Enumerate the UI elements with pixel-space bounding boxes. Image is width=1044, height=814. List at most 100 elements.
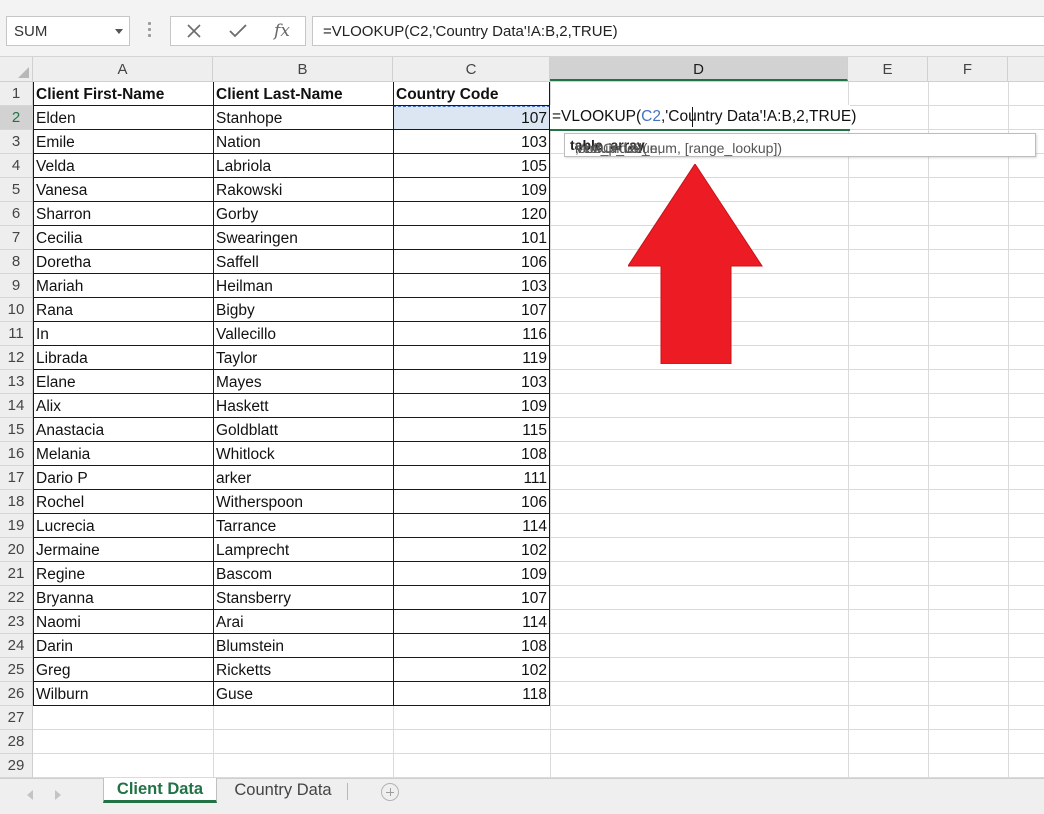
row-header-12[interactable]: 12 [0, 346, 32, 370]
table-cell[interactable]: 111 [393, 466, 550, 490]
table-cell[interactable]: 103 [393, 274, 550, 298]
row-header-19[interactable]: 19 [0, 514, 32, 538]
table-cell[interactable]: Bigby [213, 298, 393, 322]
row-header-23[interactable]: 23 [0, 610, 32, 634]
function-tooltip[interactable]: VLOOKUP(lookup_value, table_array, col_i… [564, 133, 1036, 157]
table-cell[interactable]: 108 [393, 442, 550, 466]
header-cell[interactable]: Client First-Name [33, 82, 213, 106]
table-cell[interactable]: In [33, 322, 213, 346]
row-header-14[interactable]: 14 [0, 394, 32, 418]
row-header-7[interactable]: 7 [0, 226, 32, 250]
column-header-g[interactable] [1008, 57, 1044, 81]
row-header-8[interactable]: 8 [0, 250, 32, 274]
add-sheet-icon[interactable] [381, 783, 399, 801]
row-header-17[interactable]: 17 [0, 466, 32, 490]
row-header-2[interactable]: 2 [0, 106, 32, 130]
header-cell[interactable]: Country Code [393, 82, 550, 106]
row-header-27[interactable]: 27 [0, 706, 32, 730]
chevron-left-icon[interactable] [27, 790, 33, 800]
fx-icon[interactable]: fx [267, 19, 297, 43]
header-cell[interactable]: Client Last-Name [213, 82, 393, 106]
row-header-28[interactable]: 28 [0, 730, 32, 754]
table-cell[interactable]: 102 [393, 658, 550, 682]
table-cell[interactable]: 106 [393, 250, 550, 274]
table-cell[interactable]: Rana [33, 298, 213, 322]
table-cell[interactable]: 114 [393, 610, 550, 634]
table-cell[interactable]: Vanesa [33, 178, 213, 202]
table-cell[interactable]: 115 [393, 418, 550, 442]
table-cell[interactable]: Wilburn [33, 682, 213, 706]
table-cell[interactable]: Swearingen [213, 226, 393, 250]
table-cell[interactable]: 119 [393, 346, 550, 370]
table-cell[interactable]: Cecilia [33, 226, 213, 250]
select-all-corner[interactable] [0, 57, 33, 81]
table-cell[interactable]: 114 [393, 514, 550, 538]
row-header-1[interactable]: 1 [0, 82, 32, 106]
table-cell[interactable]: 105 [393, 154, 550, 178]
formula-input[interactable]: =VLOOKUP(C2,'Country Data'!A:B,2,TRUE) [312, 16, 1044, 46]
table-cell[interactable]: Saffell [213, 250, 393, 274]
row-header-20[interactable]: 20 [0, 538, 32, 562]
table-cell[interactable]: Velda [33, 154, 213, 178]
column-header-c[interactable]: C [393, 57, 550, 81]
table-cell[interactable]: Alix [33, 394, 213, 418]
table-cell[interactable]: Guse [213, 682, 393, 706]
table-cell[interactable]: Nation [213, 130, 393, 154]
name-box[interactable]: SUM [6, 16, 130, 46]
table-cell[interactable]: Rakowski [213, 178, 393, 202]
table-cell[interactable]: Vallecillo [213, 322, 393, 346]
table-cell[interactable]: Sharron [33, 202, 213, 226]
row-header-26[interactable]: 26 [0, 682, 32, 706]
row-header-18[interactable]: 18 [0, 490, 32, 514]
row-header-16[interactable]: 16 [0, 442, 32, 466]
check-icon[interactable] [223, 19, 253, 43]
table-cell[interactable]: Bryanna [33, 586, 213, 610]
worksheet-grid[interactable]: Client First-Name Client Last-Name Country… [33, 82, 1044, 778]
table-cell[interactable]: Whitlock [213, 442, 393, 466]
table-cell[interactable]: Labriola [213, 154, 393, 178]
cell-editor-d2[interactable]: =VLOOKUP(C2,'Country Data'!A:B,2,TRUE) [550, 105, 856, 131]
table-cell[interactable]: Emile [33, 130, 213, 154]
table-cell[interactable]: 107 [393, 298, 550, 322]
table-cell[interactable]: 116 [393, 322, 550, 346]
row-header-24[interactable]: 24 [0, 634, 32, 658]
table-cell[interactable]: 108 [393, 634, 550, 658]
row-header-6[interactable]: 6 [0, 202, 32, 226]
column-header-b[interactable]: B [213, 57, 393, 81]
table-cell[interactable]: 109 [393, 562, 550, 586]
table-cell[interactable]: Librada [33, 346, 213, 370]
table-cell[interactable]: Dario P [33, 466, 213, 490]
row-header-15[interactable]: 15 [0, 418, 32, 442]
table-cell[interactable]: 106 [393, 490, 550, 514]
table-cell[interactable]: Stansberry [213, 586, 393, 610]
table-cell[interactable]: Melania [33, 442, 213, 466]
column-header-e[interactable]: E [848, 57, 928, 81]
table-cell[interactable]: Elden [33, 106, 213, 130]
sheet-tab-country-data[interactable]: Country Data [220, 779, 346, 803]
row-header-3[interactable]: 3 [0, 130, 32, 154]
table-cell[interactable]: 102 [393, 538, 550, 562]
table-cell[interactable]: Stanhope [213, 106, 393, 130]
row-header-13[interactable]: 13 [0, 370, 32, 394]
row-header-29[interactable]: 29 [0, 754, 32, 778]
table-cell[interactable]: 107 [393, 106, 550, 130]
column-header-d[interactable]: D [550, 57, 848, 81]
row-header-21[interactable]: 21 [0, 562, 32, 586]
table-cell[interactable]: Goldblatt [213, 418, 393, 442]
table-cell[interactable]: Haskett [213, 394, 393, 418]
row-header-22[interactable]: 22 [0, 586, 32, 610]
table-cell[interactable]: Arai [213, 610, 393, 634]
table-cell[interactable]: Jermaine [33, 538, 213, 562]
table-cell[interactable]: Anastacia [33, 418, 213, 442]
table-cell[interactable]: Rochel [33, 490, 213, 514]
column-header-f[interactable]: F [928, 57, 1008, 81]
table-cell[interactable]: Naomi [33, 610, 213, 634]
table-cell[interactable]: Blumstein [213, 634, 393, 658]
table-cell[interactable]: Lucrecia [33, 514, 213, 538]
table-cell[interactable]: Bascom [213, 562, 393, 586]
table-cell[interactable]: 103 [393, 130, 550, 154]
table-cell[interactable]: 103 [393, 370, 550, 394]
table-cell[interactable]: Heilman [213, 274, 393, 298]
table-cell[interactable]: 109 [393, 178, 550, 202]
table-cell[interactable]: 109 [393, 394, 550, 418]
